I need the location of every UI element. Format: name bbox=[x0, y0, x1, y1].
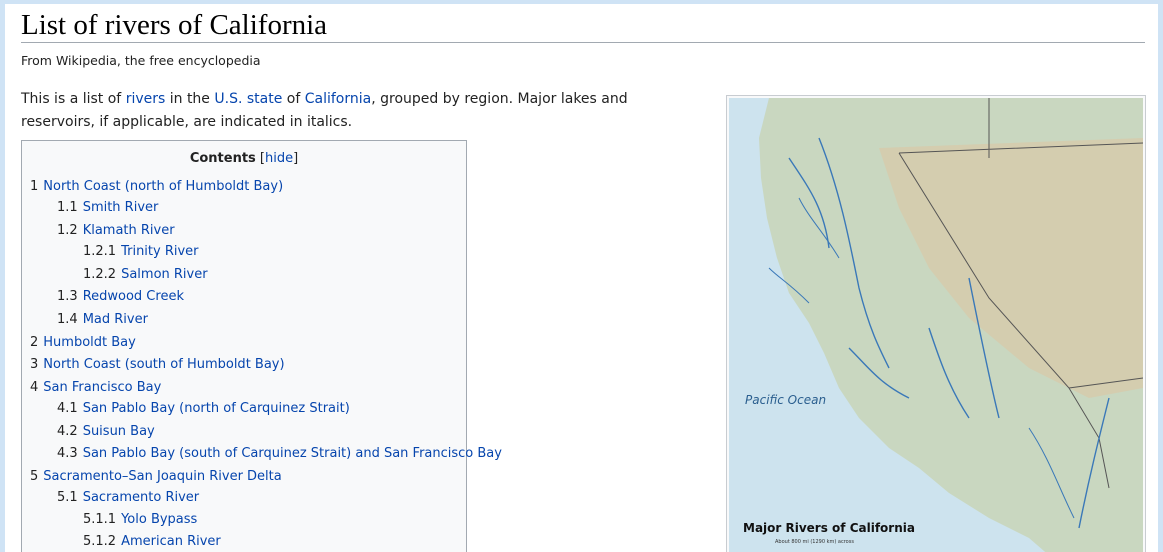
toc-number: 1.2.2 bbox=[83, 267, 117, 282]
intro-text: in the bbox=[165, 91, 215, 107]
toc-link[interactable]: North Coast (north of Humboldt Bay) bbox=[43, 179, 283, 194]
map-scale-text: About 800 mi (1290 km) across bbox=[775, 539, 854, 545]
toc-item-redwood-creek[interactable]: 1.3 Redwood Creek bbox=[57, 288, 184, 306]
toc-number: 4.1 bbox=[57, 401, 78, 416]
toc-number: 4.2 bbox=[57, 424, 78, 439]
toc-item-smith-river[interactable]: 1.1 Smith River bbox=[57, 199, 158, 217]
california-rivers-map[interactable]: Pacific Ocean Major Rivers of California… bbox=[726, 95, 1146, 552]
toc-link[interactable]: American River bbox=[121, 534, 221, 549]
title-divider bbox=[21, 42, 1145, 43]
toc-number: 3 bbox=[30, 357, 39, 372]
site-tagline: From Wikipedia, the free encyclopedia bbox=[21, 53, 261, 68]
page-title: List of rivers of California bbox=[21, 9, 328, 41]
toc-number: 2 bbox=[30, 335, 39, 350]
toc-link[interactable]: San Pablo Bay (south of Carquinez Strait… bbox=[83, 446, 502, 461]
toc-link[interactable]: Yolo Bypass bbox=[121, 512, 197, 527]
toc-item-suisun-bay[interactable]: 4.2 Suisun Bay bbox=[57, 423, 155, 441]
toc-link[interactable]: Smith River bbox=[83, 200, 159, 215]
toc-link[interactable]: Klamath River bbox=[83, 223, 175, 238]
map-caption: Major Rivers of California bbox=[743, 521, 915, 535]
toc-item-north-coast-south[interactable]: 3 North Coast (south of Humboldt Bay) bbox=[30, 356, 285, 374]
rivers-link[interactable]: rivers bbox=[126, 91, 166, 107]
toc-number: 5.1 bbox=[57, 490, 78, 505]
intro-paragraph: This is a list of rivers in the U.S. sta… bbox=[21, 88, 701, 134]
toc-link[interactable]: San Francisco Bay bbox=[43, 380, 161, 395]
toc-hide-link[interactable]: hide bbox=[265, 151, 293, 166]
toc-link[interactable]: Humboldt Bay bbox=[43, 335, 136, 350]
toc-item-humboldt-bay[interactable]: 2 Humboldt Bay bbox=[30, 334, 136, 352]
map-ocean-label: Pacific Ocean bbox=[745, 393, 827, 407]
toc-item-sacramento-river[interactable]: 5.1 Sacramento River bbox=[57, 489, 199, 507]
toc-link[interactable]: Mad River bbox=[83, 312, 148, 327]
toc-item-mad-river[interactable]: 1.4 Mad River bbox=[57, 311, 148, 329]
toc-item-san-francisco-bay[interactable]: 4 San Francisco Bay bbox=[30, 379, 161, 397]
toc-item-delta[interactable]: 5 Sacramento–San Joaquin River Delta bbox=[30, 468, 282, 486]
toc-link[interactable]: Suisun Bay bbox=[83, 424, 155, 439]
toc-link[interactable]: Salmon River bbox=[121, 267, 208, 282]
toc-link[interactable]: North Coast (south of Humboldt Bay) bbox=[43, 357, 284, 372]
toc-item-yolo-bypass[interactable]: 5.1.1 Yolo Bypass bbox=[83, 511, 197, 529]
toc-link[interactable]: Sacramento River bbox=[83, 490, 199, 505]
toc-link[interactable]: Sacramento–San Joaquin River Delta bbox=[43, 469, 281, 484]
article-frame: List of rivers of California From Wikipe… bbox=[5, 4, 1158, 552]
toc-item-san-pablo-bay-north[interactable]: 4.1 San Pablo Bay (north of Carquinez Str… bbox=[57, 400, 350, 418]
toc-number: 1.4 bbox=[57, 312, 78, 327]
california-link[interactable]: California bbox=[305, 91, 371, 107]
us-state-link[interactable]: U.S. state bbox=[214, 91, 282, 107]
intro-text: of bbox=[282, 91, 305, 107]
toc-link[interactable]: Redwood Creek bbox=[83, 289, 184, 304]
toc-heading: Contents [hide] bbox=[22, 151, 466, 166]
map-graphic bbox=[729, 98, 1143, 552]
toc-number: 1.3 bbox=[57, 289, 78, 304]
toc-number: 1 bbox=[30, 179, 39, 194]
toc-title: Contents bbox=[189, 151, 256, 166]
toc-link[interactable]: San Pablo Bay (north of Carquinez Strait… bbox=[83, 401, 350, 416]
toc-item-san-pablo-bay-south[interactable]: 4.3 San Pablo Bay (south of Carquinez Str… bbox=[57, 445, 502, 463]
toc-number: 5 bbox=[30, 469, 39, 484]
toc-item-north-coast-north[interactable]: 1 North Coast (north of Humboldt Bay) bbox=[30, 178, 283, 196]
toc-bracket: ] bbox=[293, 151, 299, 166]
table-of-contents: Contents [hide] 1 North Coast (north of H… bbox=[21, 140, 502, 552]
toc-number: 1.2 bbox=[57, 223, 78, 238]
toc-number: 1.1 bbox=[57, 200, 78, 215]
toc-item-salmon-river[interactable]: 1.2.2 Salmon River bbox=[83, 266, 208, 284]
toc-number: 5.1.2 bbox=[83, 534, 117, 549]
toc-item-american-river[interactable]: 5.1.2 American River bbox=[83, 533, 221, 551]
toc-item-trinity-river[interactable]: 1.2.1 Trinity River bbox=[83, 243, 199, 261]
toc-number: 4 bbox=[30, 380, 39, 395]
toc-number: 1.2.1 bbox=[83, 244, 117, 259]
toc-item-klamath-river[interactable]: 1.2 Klamath River bbox=[57, 222, 175, 240]
intro-text: This is a list of bbox=[21, 91, 126, 107]
toc-number: 5.1.1 bbox=[83, 512, 117, 527]
toc-number: 4.3 bbox=[57, 446, 78, 461]
toc-link[interactable]: Trinity River bbox=[121, 244, 198, 259]
